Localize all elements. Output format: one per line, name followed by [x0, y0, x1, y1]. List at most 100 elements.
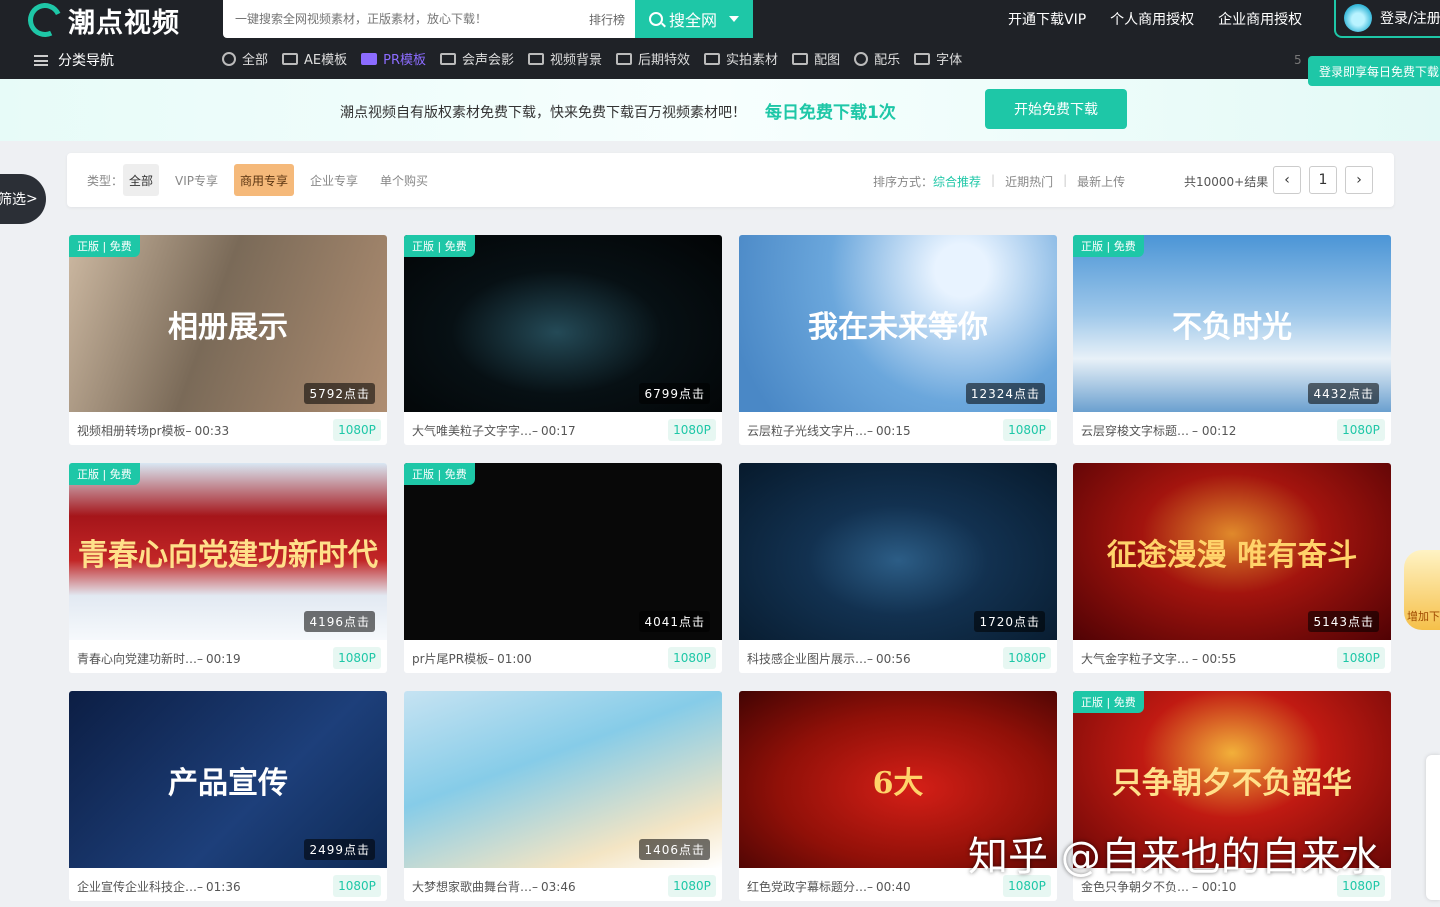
card-title-text: 视频相册转场pr模板–: [77, 424, 192, 438]
login-button[interactable]: 登录/注册: [1334, 0, 1440, 38]
card-title[interactable]: 企业宣传企业科技企…– 01:36: [77, 878, 307, 895]
template-card[interactable]: 正版 | 免费 青春心向党建功新时代 4196点击 青春心向党建功新时…– 00:19 1…: [69, 463, 387, 673]
click-count: 4041点击: [639, 611, 710, 632]
type-single[interactable]: 单个购买: [374, 164, 434, 196]
card-thumbnail[interactable]: 1406点击: [404, 691, 722, 868]
click-count: 1720点击: [974, 611, 1045, 632]
card-title[interactable]: 云层粒子光线文字片…– 00:15: [747, 422, 977, 439]
thumbnail-title: 不负时光: [1172, 309, 1292, 345]
card-thumbnail[interactable]: 正版 | 免费 相册展示 5792点击: [69, 235, 387, 412]
thumbnail-title: 征途漫漫 唯有奋斗: [1106, 537, 1358, 573]
search-input[interactable]: [223, 0, 589, 38]
thumbnail-title: 相册展示: [168, 309, 288, 345]
search-bar: 排行榜 搜全网: [223, 0, 753, 38]
card-thumbnail[interactable]: 1720点击: [739, 463, 1057, 640]
tab-label: 配乐: [874, 53, 901, 68]
next-page-button[interactable]: ›: [1345, 166, 1373, 194]
card-title[interactable]: 青春心向党建功新时…– 00:19: [77, 650, 307, 667]
template-card[interactable]: 正版 | 免费 相册展示 5792点击 视频相册转场pr模板– 00:33 1080P: [69, 235, 387, 445]
card-duration: 03:46: [541, 880, 576, 894]
tab-all[interactable]: 全部: [222, 49, 268, 68]
card-thumbnail[interactable]: 征途漫漫 唯有奋斗 5143点击: [1073, 463, 1391, 640]
sort-popular[interactable]: 近期热门: [1005, 173, 1053, 190]
tab-images[interactable]: 配图: [792, 49, 840, 68]
card-thumbnail[interactable]: 正版 | 免费 青春心向党建功新时代 4196点击: [69, 463, 387, 640]
card-title[interactable]: 大气唯美粒子文字字…– 00:17: [412, 422, 642, 439]
personal-license-link[interactable]: 个人商用授权: [1110, 9, 1194, 29]
card-thumbnail[interactable]: 正版 | 免费 6799点击: [404, 235, 722, 412]
search-button[interactable]: 搜全网: [635, 0, 753, 38]
category-menu[interactable]: 分类导航: [34, 50, 114, 70]
tab-video-bg[interactable]: 视频背景: [528, 49, 602, 68]
template-card[interactable]: 1406点击 大梦想家歌曲舞台背…– 03:46 1080P: [404, 691, 722, 901]
card-title[interactable]: 红色党政字幕标题分…– 00:40: [747, 878, 977, 895]
floating-ad[interactable]: 增加下: [1404, 550, 1440, 630]
card-title-text: 大梦想家歌曲舞台背…–: [412, 880, 539, 894]
category-tabs: 全部 AE模板 PR模板 会声会影 视频背景 后期特效 实拍素材 配图 配乐 字…: [222, 49, 962, 68]
template-card[interactable]: 正版 | 免费 6799点击 大气唯美粒子文字字…– 00:17 1080P: [404, 235, 722, 445]
card-thumbnail[interactable]: 正版 | 免费 不负时光 4432点击: [1073, 235, 1391, 412]
card-title[interactable]: 云层穿梭文字标题… – 00:12: [1081, 422, 1311, 439]
tab-pr[interactable]: PR模板: [361, 49, 426, 68]
tab-footage[interactable]: 实拍素材: [704, 49, 778, 68]
template-card[interactable]: 1720点击 科技感企业图片展示…– 00:56 1080P: [739, 463, 1057, 673]
thumbnail-title: 只争朝夕不负韶华: [1112, 765, 1352, 801]
type-enterprise[interactable]: 企业专享: [304, 164, 364, 196]
card-thumbnail[interactable]: 正版 | 免费 4041点击: [404, 463, 722, 640]
card-title[interactable]: 科技感企业图片展示…– 00:56: [747, 650, 977, 667]
card-title[interactable]: 视频相册转场pr模板– 00:33: [77, 422, 307, 439]
side-toolbar[interactable]: [1426, 755, 1440, 900]
card-title-text: 云层穿梭文字标题…: [1081, 424, 1190, 438]
top-navbar: 潮点视频 排行榜 搜全网 开通下载VIP 个人商用授权 企业商用授权 登录/注册…: [0, 0, 1440, 79]
search-button-label: 搜全网: [668, 11, 717, 30]
chevron-right-icon: >: [26, 191, 38, 207]
tab-music[interactable]: 配乐: [854, 49, 900, 68]
template-card[interactable]: 正版 | 免费 不负时光 4432点击 云层穿梭文字标题… – 00:12 1080P: [1073, 235, 1391, 445]
vip-link[interactable]: 开通下载VIP: [1008, 9, 1086, 29]
login-tip[interactable]: 登录即享每日免费下载: [1308, 56, 1440, 86]
click-count: 5792点击: [304, 383, 375, 404]
logo[interactable]: 潮点视频: [23, 0, 180, 42]
rank-link[interactable]: 排行榜: [589, 11, 625, 28]
template-card[interactable]: 产品宣传 2499点击 企业宣传企业科技企…– 01:36 1080P: [69, 691, 387, 901]
resolution-badge: 1080P: [333, 419, 381, 441]
card-title[interactable]: 大梦想家歌曲舞台背…– 03:46: [412, 878, 642, 895]
enterprise-license-link[interactable]: 企业商用授权: [1218, 9, 1302, 29]
tab-effects[interactable]: 后期特效: [616, 49, 690, 68]
banner-highlight: 每日免费下载1次: [765, 103, 896, 123]
watermark: 知乎 @自来也的自来水: [968, 834, 1381, 880]
type-label: 类型：: [87, 174, 124, 188]
top-links: 开通下载VIP 个人商用授权 企业商用授权: [1008, 9, 1302, 29]
tab-label: PR模板: [383, 53, 426, 68]
card-title[interactable]: 大气金字粒子文字… – 00:55: [1081, 650, 1311, 667]
chevron-down-icon: [729, 16, 739, 22]
card-thumbnail[interactable]: 我在未来等你 12324点击: [739, 235, 1057, 412]
promo-banner: 潮点视频自有版权素材免费下载，快来免费下载百万视频素材吧！ 每日免费下载1次 开…: [0, 79, 1440, 141]
side-filter-toggle[interactable]: 筛选 >: [0, 174, 46, 224]
tab-ae[interactable]: AE模板: [282, 49, 347, 68]
tab-fonts[interactable]: 字体: [914, 49, 962, 68]
prev-page-button[interactable]: ‹: [1273, 166, 1301, 194]
pagination: ‹ 1 ›: [1273, 166, 1373, 194]
type-commercial[interactable]: 商用专享: [234, 164, 295, 196]
vs-icon: [440, 52, 456, 65]
template-card[interactable]: 我在未来等你 12324点击 云层粒子光线文字片…– 00:15 1080P: [739, 235, 1057, 445]
card-title-text: 企业宣传企业科技企…–: [77, 880, 204, 894]
tab-huishenghuiying[interactable]: 会声会影: [440, 49, 514, 68]
type-all[interactable]: 全部: [123, 164, 160, 196]
template-card[interactable]: 征途漫漫 唯有奋斗 5143点击 大气金字粒子文字… – 00:55 1080P: [1073, 463, 1391, 673]
type-vip[interactable]: VIP专享: [169, 164, 224, 196]
card-title-text: 科技感企业图片展示…–: [747, 652, 874, 666]
template-card[interactable]: 正版 | 免费 4041点击 pr片尾PR模板– 01:00 1080P: [404, 463, 722, 673]
card-title[interactable]: pr片尾PR模板– 01:00: [412, 650, 642, 667]
avatar: [1344, 4, 1372, 32]
banner-text: 潮点视频自有版权素材免费下载，快来免费下载百万视频素材吧！: [340, 105, 746, 121]
card-thumbnail[interactable]: 产品宣传 2499点击: [69, 691, 387, 868]
card-duration: 00:19: [206, 652, 241, 666]
page-number[interactable]: 1: [1309, 166, 1337, 194]
sort-options: 排序方式： 综合推荐 | 近期热门 | 最新上传: [873, 173, 1125, 190]
sort-recommended[interactable]: 综合推荐: [933, 173, 981, 190]
start-download-button[interactable]: 开始免费下载: [985, 89, 1127, 129]
license-badge: 正版 | 免费: [1073, 691, 1144, 713]
sort-latest[interactable]: 最新上传: [1077, 173, 1125, 190]
